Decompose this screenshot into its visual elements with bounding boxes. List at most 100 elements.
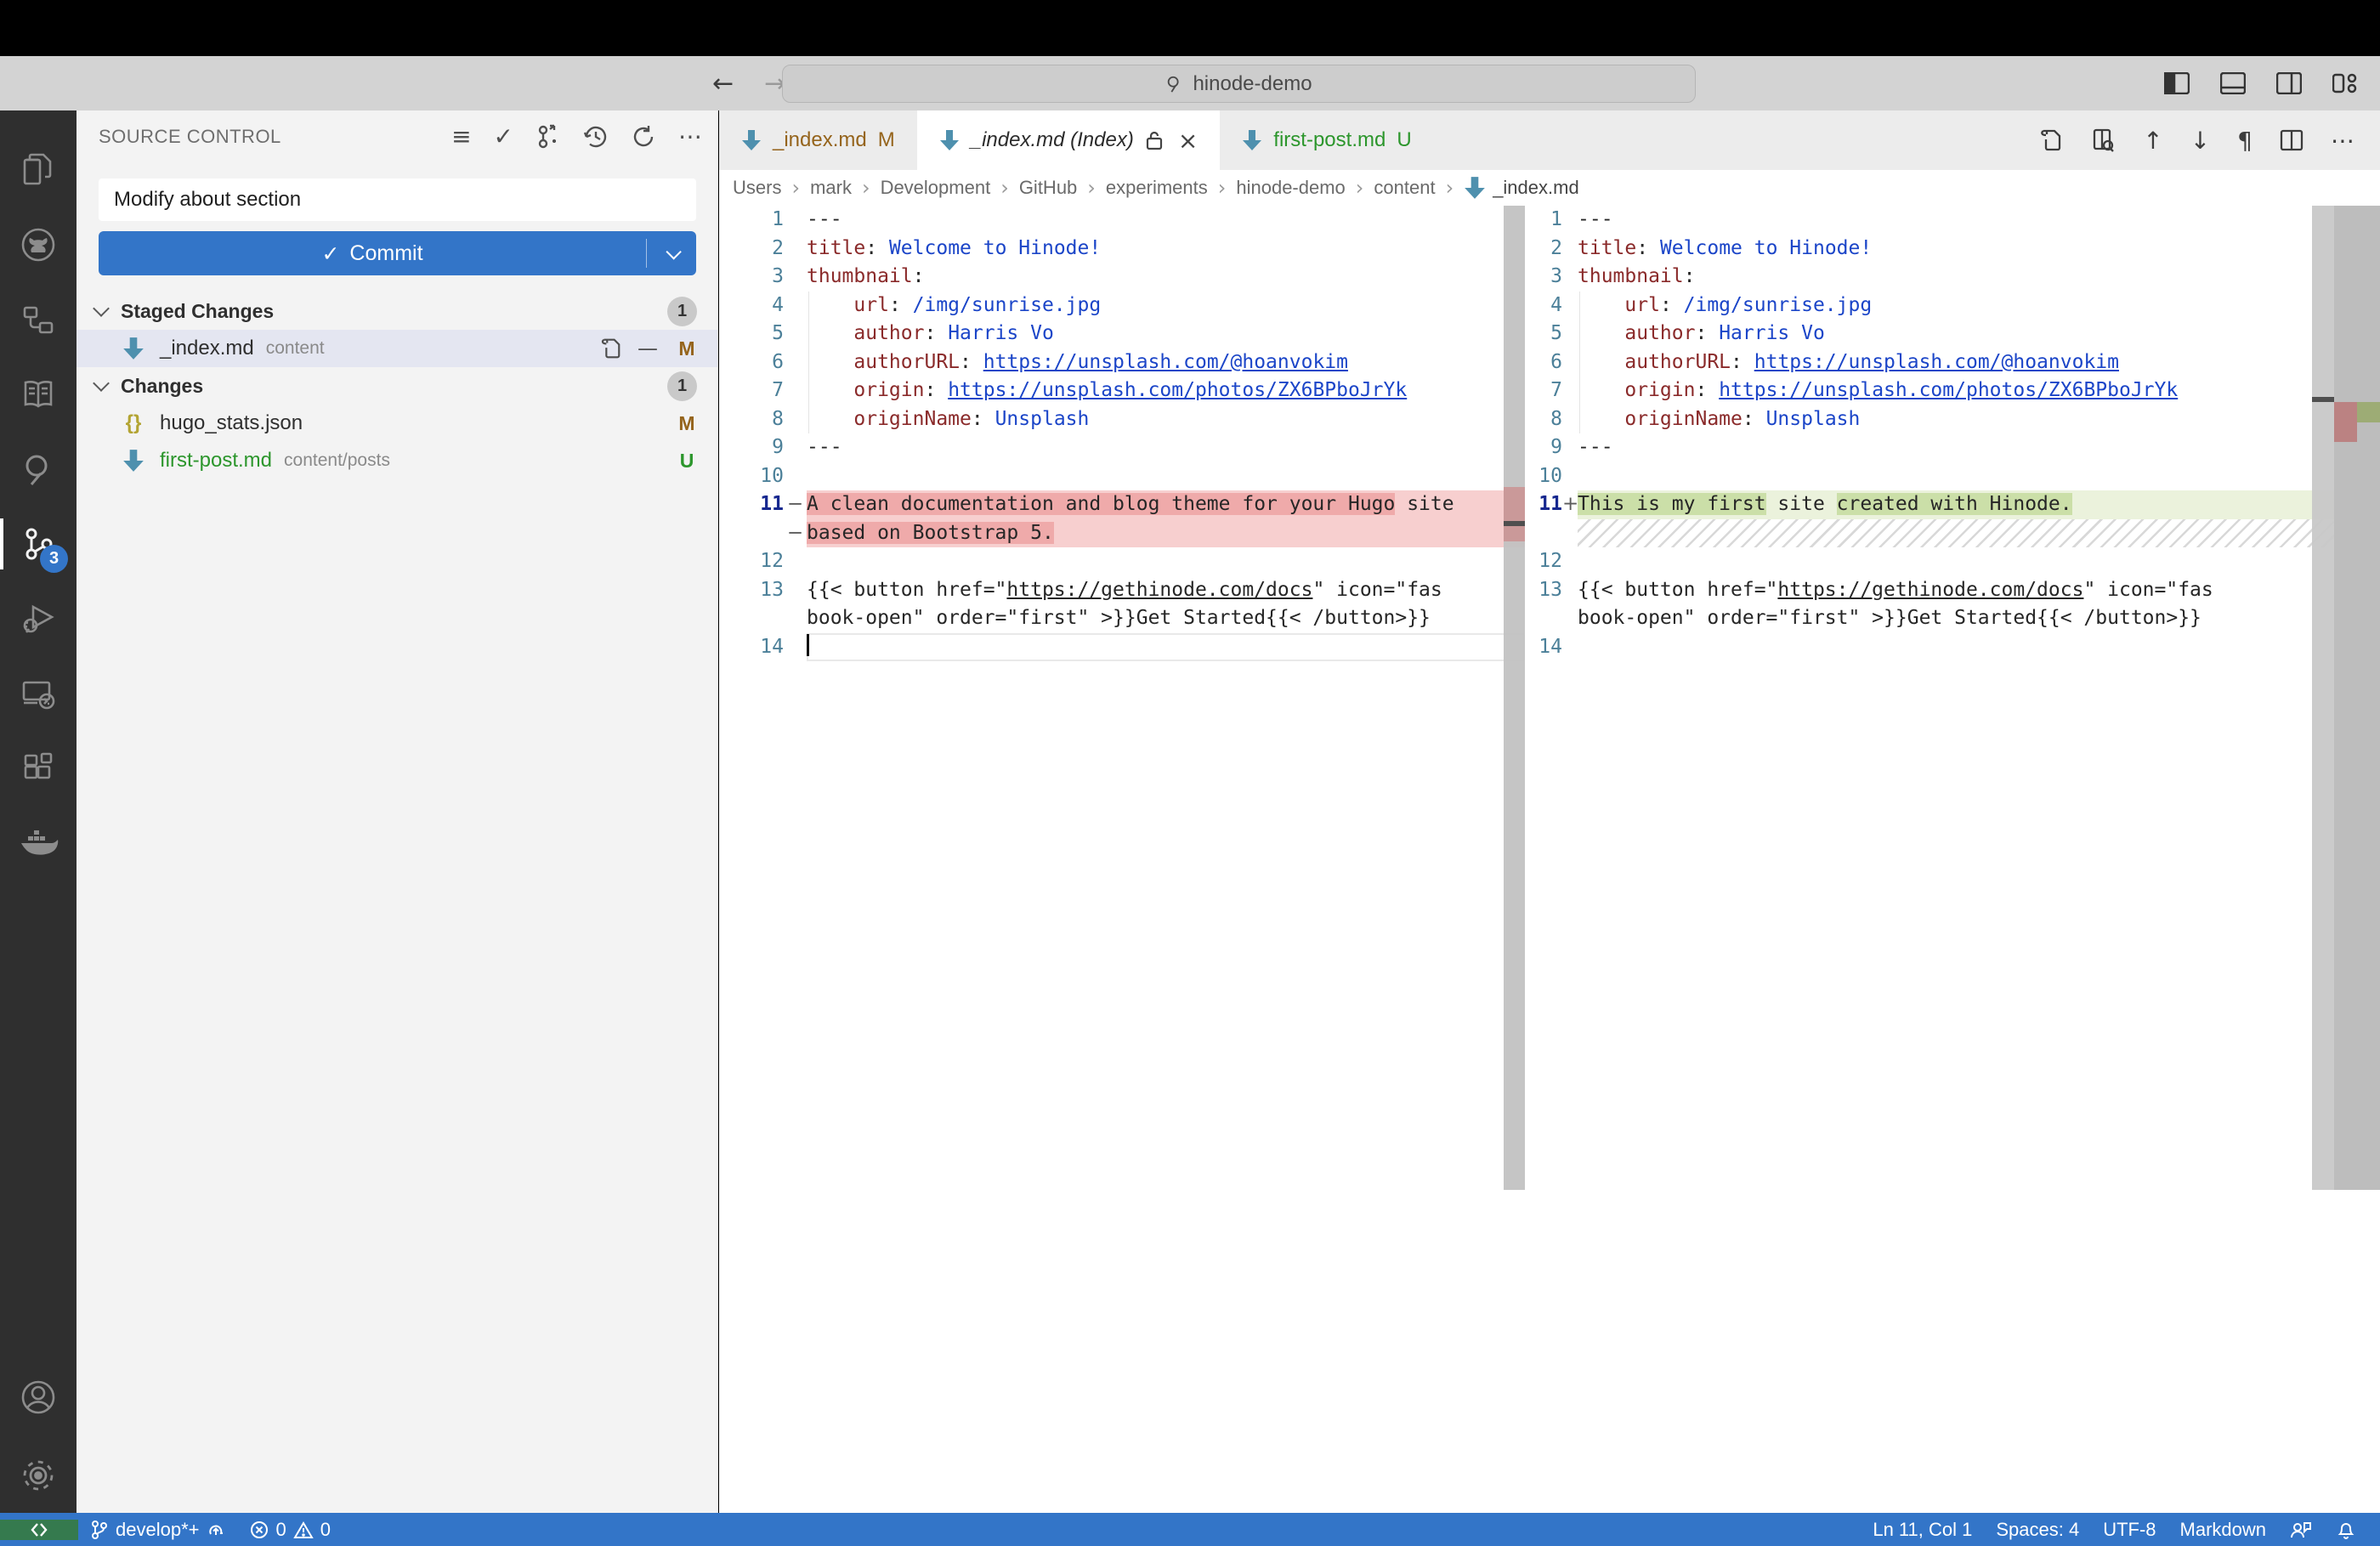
commit-button[interactable]: ✓ Commit — [99, 231, 696, 275]
cursor-position-item[interactable]: Ln 11, Col 1 — [1861, 1519, 1984, 1541]
tab-index-md-diff[interactable]: _index.md (Index) × — [917, 110, 1221, 170]
diff-original-pane[interactable]: 1---2title: Welcome to Hinode!3thumbnail… — [719, 206, 1525, 1513]
code-line[interactable]: 2title: Welcome to Hinode! — [1525, 235, 2380, 263]
sidebar-item-explorer[interactable] — [0, 133, 76, 207]
whitespace-icon[interactable]: ¶ — [2237, 127, 2252, 155]
code-line[interactable]: 12 — [1525, 547, 2380, 576]
view-options-icon[interactable]: ≡ — [451, 125, 471, 149]
breadcrumb-item[interactable]: experiments — [1106, 177, 1208, 199]
toggle-panel-icon[interactable] — [2220, 72, 2246, 94]
previous-change-icon[interactable]: ↑ — [2143, 127, 2162, 155]
code-line[interactable]: 14 — [719, 633, 1525, 662]
sidebar-item-docker[interactable] — [0, 806, 76, 881]
refresh-icon[interactable] — [631, 124, 656, 150]
scm-file-row[interactable]: first-post.mdcontent/postsU — [76, 442, 717, 479]
close-icon[interactable]: × — [1178, 127, 1198, 155]
sidebar-item-docs[interactable] — [0, 357, 76, 432]
code-line[interactable]: 4 url: /img/sunrise.jpg — [1525, 292, 2380, 320]
encoding-item[interactable]: UTF-8 — [2091, 1519, 2168, 1541]
code-line[interactable]: 4 url: /img/sunrise.jpg — [719, 292, 1525, 320]
commit-action-icon[interactable]: ✓ — [494, 125, 513, 149]
breadcrumb-item[interactable]: content — [1374, 177, 1435, 199]
commit-message-input[interactable] — [99, 178, 696, 221]
code-line[interactable]: 5 author: Harris Vo — [1525, 320, 2380, 348]
code-line[interactable]: 6 authorURL: https://unsplash.com/@hoanv… — [1525, 348, 2380, 377]
breadcrumb-item[interactable]: mark — [810, 177, 852, 199]
breadcrumb-item[interactable]: Development — [881, 177, 991, 199]
breadcrumb-item[interactable]: hinode-demo — [1236, 177, 1345, 199]
code-line[interactable]: 1--- — [1525, 206, 2380, 235]
code-line[interactable]: 12 — [719, 547, 1525, 576]
open-file-icon[interactable] — [598, 337, 622, 360]
diff-modified-pane[interactable]: 1---2title: Welcome to Hinode!3thumbnail… — [1525, 206, 2380, 1513]
code-line[interactable]: 11−A clean documentation and blog theme … — [719, 490, 1525, 519]
sidebar-item-source-control[interactable]: 3 — [0, 507, 76, 581]
code-line[interactable]: book-open" order="first" >}}Get Started{… — [1525, 604, 2380, 633]
breadcrumb-item[interactable]: Users — [733, 177, 781, 199]
more-actions-icon[interactable]: ⋯ — [678, 125, 702, 149]
code-line[interactable]: 9--- — [1525, 433, 2380, 462]
sidebar-item-project-hierarchy[interactable] — [0, 282, 76, 357]
history-icon[interactable] — [583, 124, 609, 150]
customize-layout-icon[interactable] — [2332, 72, 2358, 94]
problems-status-item[interactable]: 0 0 — [238, 1519, 343, 1541]
code-line[interactable]: −based on Bootstrap 5. — [719, 519, 1525, 548]
code-line[interactable]: 13{{< button href="https://gethinode.com… — [1525, 576, 2380, 605]
code-line[interactable]: 5 author: Harris Vo — [719, 320, 1525, 348]
code-line[interactable]: 6 authorURL: https://unsplash.com/@hoanv… — [719, 348, 1525, 377]
right-scrollbar[interactable] — [2312, 206, 2334, 1190]
unstage-icon[interactable]: — — [638, 337, 658, 360]
tab-first-post-md[interactable]: first-post.md U — [1220, 110, 1433, 170]
inline-view-icon[interactable] — [2090, 127, 2116, 153]
command-center-search[interactable]: hinode-demo — [782, 65, 1696, 103]
toggle-sidebar-icon[interactable] — [2164, 72, 2190, 94]
code-line[interactable]: 9--- — [719, 433, 1525, 462]
code-line[interactable]: 3thumbnail: — [719, 263, 1525, 292]
more-actions-icon[interactable]: ⋯ — [2331, 127, 2354, 155]
code-line[interactable]: 10 — [1525, 462, 2380, 491]
scm-file-row[interactable]: {}hugo_stats.jsonM — [76, 405, 717, 442]
breadcrumb-file[interactable]: _index.md — [1464, 176, 1579, 200]
account-button[interactable] — [0, 1363, 76, 1438]
code-line[interactable]: 3thumbnail: — [1525, 263, 2380, 292]
settings-button[interactable] — [0, 1438, 76, 1513]
code-line[interactable]: 8 originName: Unsplash — [719, 405, 1525, 434]
code-line[interactable]: 1--- — [719, 206, 1525, 235]
sidebar-item-run-debug[interactable] — [0, 581, 76, 656]
sidebar-item-github[interactable] — [0, 207, 76, 282]
toggle-secondary-sidebar-icon[interactable] — [2276, 72, 2302, 94]
next-change-icon[interactable]: ↓ — [2190, 127, 2210, 155]
history-back-button[interactable]: ← — [712, 69, 734, 99]
code-line[interactable]: book-open" order="first" >}}Get Started{… — [719, 604, 1525, 633]
split-editor-icon[interactable] — [2280, 129, 2304, 151]
changes-group-header[interactable]: Staged Changes1 — [76, 292, 717, 330]
code-line[interactable]: 2title: Welcome to Hinode! — [719, 235, 1525, 263]
code-line[interactable]: 10 — [719, 462, 1525, 491]
sidebar-item-remote-explorer[interactable] — [0, 656, 76, 731]
notifications-button[interactable] — [2324, 1520, 2368, 1540]
branch-status-item[interactable]: develop*+ — [78, 1519, 238, 1541]
indentation-item[interactable]: Spaces: 4 — [1984, 1519, 2091, 1541]
line-content — [1578, 462, 2380, 491]
tab-index-md[interactable]: _index.md M — [719, 110, 917, 170]
open-file-icon[interactable] — [598, 337, 622, 360]
graph-icon[interactable] — [536, 124, 561, 150]
code-line[interactable] — [1525, 519, 2380, 548]
language-mode-item[interactable]: Markdown — [2168, 1519, 2278, 1541]
scm-file-row[interactable]: _index.mdcontent—M — [76, 330, 717, 367]
sidebar-item-search[interactable] — [0, 432, 76, 507]
sidebar-item-extensions[interactable] — [0, 731, 76, 806]
open-file-icon[interactable] — [2037, 127, 2063, 153]
feedback-button[interactable] — [2278, 1520, 2324, 1540]
changes-group-header[interactable]: Changes1 — [76, 367, 717, 405]
commit-dropdown-button[interactable] — [647, 248, 696, 259]
code-line[interactable]: 11+This is my first site created with Hi… — [1525, 490, 2380, 519]
remote-indicator[interactable] — [0, 1520, 78, 1540]
code-line[interactable]: 13{{< button href="https://gethinode.com… — [719, 576, 1525, 605]
code-line[interactable]: 8 originName: Unsplash — [1525, 405, 2380, 434]
breadcrumb-item[interactable]: GitHub — [1019, 177, 1077, 199]
code-line[interactable]: 14 — [1525, 633, 2380, 662]
left-scrollbar[interactable] — [1504, 206, 1525, 1190]
code-line[interactable]: 7 origin: https://unsplash.com/photos/ZX… — [719, 377, 1525, 405]
code-line[interactable]: 7 origin: https://unsplash.com/photos/ZX… — [1525, 377, 2380, 405]
